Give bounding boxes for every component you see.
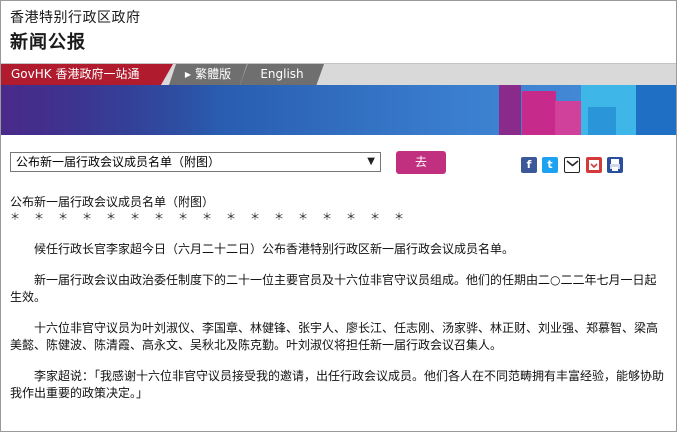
- chevron-down-icon: ▼: [367, 156, 375, 167]
- go-button[interactable]: 去: [396, 151, 446, 174]
- bookmark-icon[interactable]: [586, 157, 602, 173]
- facebook-icon[interactable]: f: [521, 157, 537, 173]
- paragraph: 新一届行政会议由政治委任制度下的二十一位主要官员及十六位非官守议员组成。他们的任…: [10, 273, 657, 304]
- browser-page: 香港特别行政区政府 新闻公报 GovHK 香港政府一站通 ▶ 繁體版 Englis…: [0, 0, 677, 432]
- govhk-link[interactable]: GovHK 香港政府一站通: [1, 64, 173, 85]
- twitter-icon[interactable]: t: [542, 157, 558, 173]
- traditional-chinese-link[interactable]: ▶ 繁體版: [169, 64, 247, 85]
- press-toolbar: 公布新一届行政会议成员名单（附图） ▼ 去 f t: [1, 135, 676, 185]
- top-nav: GovHK 香港政府一站通 ▶ 繁體版 English: [1, 63, 676, 85]
- print-icon[interactable]: [607, 157, 623, 173]
- email-icon[interactable]: [564, 157, 580, 173]
- triangle-icon: ▶: [184, 70, 192, 79]
- section-title[interactable]: 新闻公报: [10, 28, 86, 54]
- gov-name: 香港特别行政区政府: [10, 10, 141, 26]
- paragraph: 李家超说：「我感谢十六位非官守议员接受我的邀请，出任行政会议成员。他们各人在不同…: [10, 369, 665, 400]
- traditional-label: 繁體版: [195, 67, 232, 81]
- select-value: 公布新一届行政会议成员名单（附图）: [16, 155, 221, 169]
- article-content: 公布新一届行政会议成员名单（附图） ＊ ＊ ＊ ＊ ＊ ＊ ＊ ＊ ＊ ＊ ＊ …: [10, 194, 666, 416]
- paragraph: 十六位非官守议员为叶刘淑仪、李国章、林健锋、张宇人、廖长江、任志刚、汤家骅、林正…: [10, 321, 659, 352]
- star-divider: ＊ ＊ ＊ ＊ ＊ ＊ ＊ ＊ ＊ ＊ ＊ ＊ ＊ ＊ ＊ ＊ ＊: [10, 212, 406, 223]
- press-release-select[interactable]: 公布新一届行政会议成员名单（附图） ▼: [10, 152, 381, 172]
- header-banner: [1, 85, 676, 135]
- paragraph: 候任行政长官李家超今日（六月二十二日）公布香港特别行政区新一届行政会议成员名单。: [34, 242, 515, 256]
- site-header: 香港特别行政区政府 新闻公报: [1, 1, 676, 63]
- english-link[interactable]: English: [240, 64, 324, 85]
